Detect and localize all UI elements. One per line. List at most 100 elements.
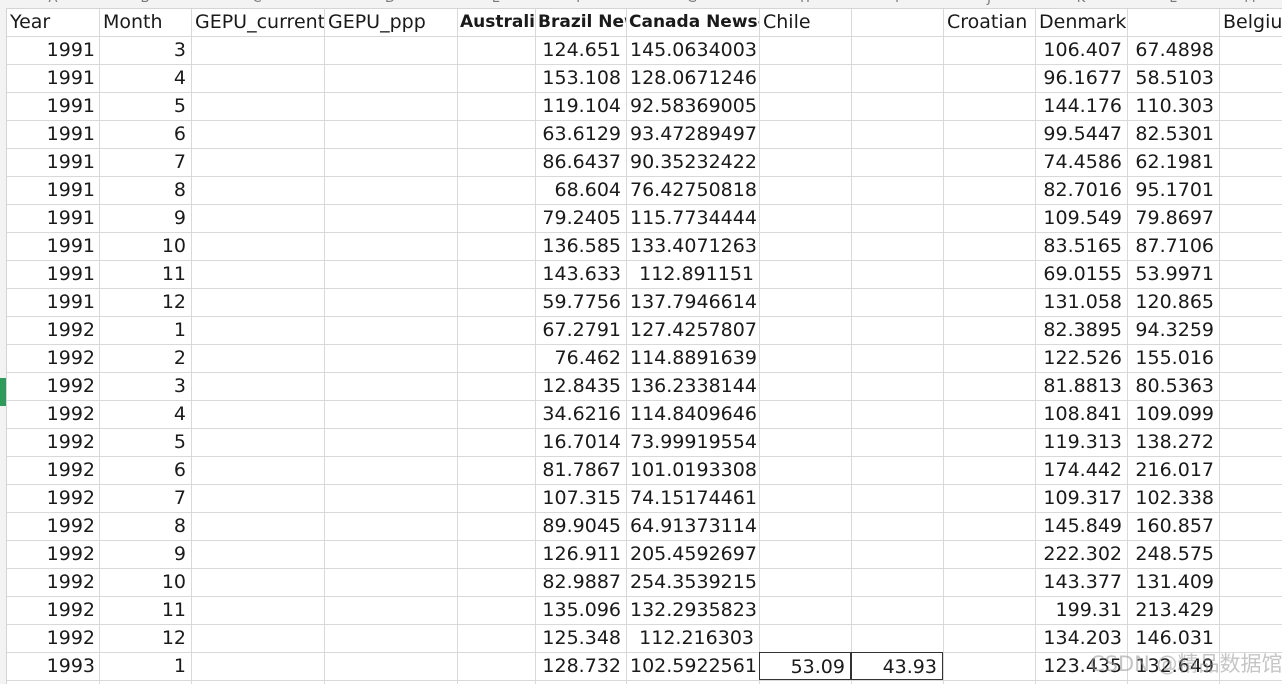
cell-denmark[interactable]: 82.7016 (1035, 176, 1127, 204)
cell-denmark[interactable]: 69.0155 (1035, 260, 1127, 288)
cell-denmark[interactable]: 122.526 (1035, 344, 1127, 372)
cell-l[interactable]: 82.5301 (1127, 120, 1219, 148)
header-cell-denmark[interactable]: Denmark (1035, 8, 1127, 36)
cell-year[interactable]: 1991 (6, 92, 100, 120)
cell-l[interactable]: 216.017 (1127, 456, 1219, 484)
cell-canada[interactable]: 93.47289497 (626, 120, 759, 148)
cell-denmark[interactable]: 96.1677 (1035, 64, 1127, 92)
cell-denmark[interactable]: 74.4586 (1035, 148, 1127, 176)
cell-denmark[interactable]: 199.31 (1035, 596, 1127, 624)
cell-canada[interactable]: 136.2338144 (626, 372, 759, 400)
cell-denmark[interactable]: 99.5447 (1035, 120, 1127, 148)
cell-month[interactable]: 11 (99, 596, 191, 624)
cell-brazil[interactable]: 34.6216 (535, 400, 626, 428)
cell-denmark[interactable]: 131.058 (1035, 288, 1127, 316)
cell-denmark[interactable]: 222.302 (1035, 540, 1127, 568)
cell-year[interactable]: 1992 (6, 624, 100, 652)
cell-month[interactable]: 12 (99, 288, 191, 316)
cell-canada[interactable]: 112.216303 (626, 624, 759, 652)
cell-canada[interactable]: 254.3539215 (626, 568, 759, 596)
cell-year[interactable]: 1992 (6, 316, 100, 344)
cell-year[interactable]: 1992 (6, 372, 100, 400)
cell-month[interactable]: 9 (99, 540, 191, 568)
cell-canada[interactable]: 114.8409646 (626, 400, 759, 428)
cell-year[interactable]: 1991 (6, 120, 100, 148)
cell-month[interactable]: 10 (99, 568, 191, 596)
cell-month[interactable]: 8 (99, 512, 191, 540)
column-letter-h[interactable]: H (795, 0, 815, 6)
header-cell-croatian[interactable]: Croatian I (943, 8, 1035, 36)
cell-canada[interactable]: 112.891151 (626, 260, 759, 288)
cell-month[interactable]: 6 (99, 456, 191, 484)
header-cell-month[interactable]: Month (99, 8, 191, 36)
cell-month[interactable]: 4 (99, 64, 191, 92)
cell-denmark[interactable]: 82.3895 (1035, 316, 1127, 344)
cell-l[interactable]: 95.1701 (1127, 176, 1219, 204)
cell-denmark[interactable]: 123.435 (1035, 652, 1127, 680)
cell-l[interactable]: 87.7106 (1127, 232, 1219, 260)
cell-year[interactable]: 1991 (6, 36, 100, 64)
cell-brazil[interactable]: 153.108 (535, 64, 626, 92)
cell-l[interactable]: 109.099 (1127, 400, 1219, 428)
cell-year[interactable]: 1991 (6, 260, 100, 288)
column-letter-l[interactable]: L (1163, 0, 1183, 6)
cell-canada[interactable]: 145.0634003 (626, 36, 759, 64)
cell-denmark[interactable]: 109.549 (1035, 204, 1127, 232)
cell-year[interactable]: 1992 (6, 456, 100, 484)
header-cell-gepu-ppp[interactable]: GEPU_ppp (324, 8, 457, 36)
cell-brazil[interactable]: 107.315 (535, 484, 626, 512)
cell-l[interactable]: 248.575 (1127, 540, 1219, 568)
cell-canada[interactable]: 128.0671246 (626, 64, 759, 92)
cell-l[interactable]: 79.8697 (1127, 204, 1219, 232)
cell-year[interactable]: 1991 (6, 176, 100, 204)
header-cell-i[interactable] (851, 8, 943, 36)
cell-month[interactable]: 7 (99, 484, 191, 512)
column-letter-a[interactable]: A (43, 0, 63, 6)
cell-canada[interactable]: 76.42750818 (626, 176, 759, 204)
cell-year[interactable]: 1991 (6, 232, 100, 260)
cell-brazil[interactable]: 125.348 (535, 624, 626, 652)
cell-denmark[interactable]: 174.442 (1035, 456, 1127, 484)
column-letter-m[interactable]: M (1240, 0, 1260, 6)
cell-denmark[interactable]: 134.203 (1035, 624, 1127, 652)
cell-brazil[interactable]: 89.9045 (535, 512, 626, 540)
cell-canada[interactable]: 74.15174461 (626, 484, 759, 512)
cell-brazil[interactable]: 86.6437 (535, 148, 626, 176)
cell-year[interactable]: 1992 (6, 512, 100, 540)
cell-canada[interactable]: 115.7734444 (626, 204, 759, 232)
cell-year[interactable]: 1993 (6, 652, 100, 680)
cell-brazil[interactable]: 16.7014 (535, 428, 626, 456)
cell-year[interactable]: 1992 (6, 540, 100, 568)
cell-l[interactable]: 213.429 (1127, 596, 1219, 624)
cell-l[interactable]: 138.272 (1127, 428, 1219, 456)
cell-denmark[interactable]: 109.317 (1035, 484, 1127, 512)
cell-month[interactable]: 3 (99, 36, 191, 64)
cell-brazil[interactable]: 136.585 (535, 232, 626, 260)
cell-brazil[interactable]: 68.604 (535, 176, 626, 204)
cell-denmark[interactable]: 108.841 (1035, 400, 1127, 428)
cell-canada[interactable]: 90.35232422 (626, 148, 759, 176)
cell-l[interactable]: 80.5363 (1127, 372, 1219, 400)
cell-year[interactable]: 1992 (6, 400, 100, 428)
column-letter-g[interactable]: G (682, 0, 702, 6)
cell-l[interactable]: 155.016 (1127, 344, 1219, 372)
cell-brazil[interactable]: 119.104 (535, 92, 626, 120)
cell-l[interactable]: 102.338 (1127, 484, 1219, 512)
cell-canada[interactable]: 73.99919554 (626, 428, 759, 456)
cell-year[interactable]: 1992 (6, 484, 100, 512)
header-cell-canada[interactable]: Canada News-E (626, 8, 759, 36)
spreadsheet-grid[interactable]: A B C D E F G H I J K L M Year Month GEPU_current GE… (0, 0, 1282, 684)
header-cell-belgium[interactable]: Belgiu (1219, 8, 1282, 36)
cell-canada[interactable]: 132.2935823 (626, 596, 759, 624)
cell-l[interactable]: 146.031 (1127, 624, 1219, 652)
cell-denmark[interactable]: 81.8813 (1035, 372, 1127, 400)
cell-l[interactable]: 53.9971 (1127, 260, 1219, 288)
cell-l[interactable]: 62.1981 (1127, 148, 1219, 176)
cell-month[interactable]: 6 (99, 120, 191, 148)
cell-month[interactable]: 4 (99, 400, 191, 428)
cell-month[interactable]: 9 (99, 204, 191, 232)
cell-brazil[interactable]: 81.7867 (535, 456, 626, 484)
cell-brazil[interactable]: 128.732 (535, 652, 626, 680)
cell-l[interactable]: 160.857 (1127, 512, 1219, 540)
cell-denmark[interactable]: 143.377 (1035, 568, 1127, 596)
